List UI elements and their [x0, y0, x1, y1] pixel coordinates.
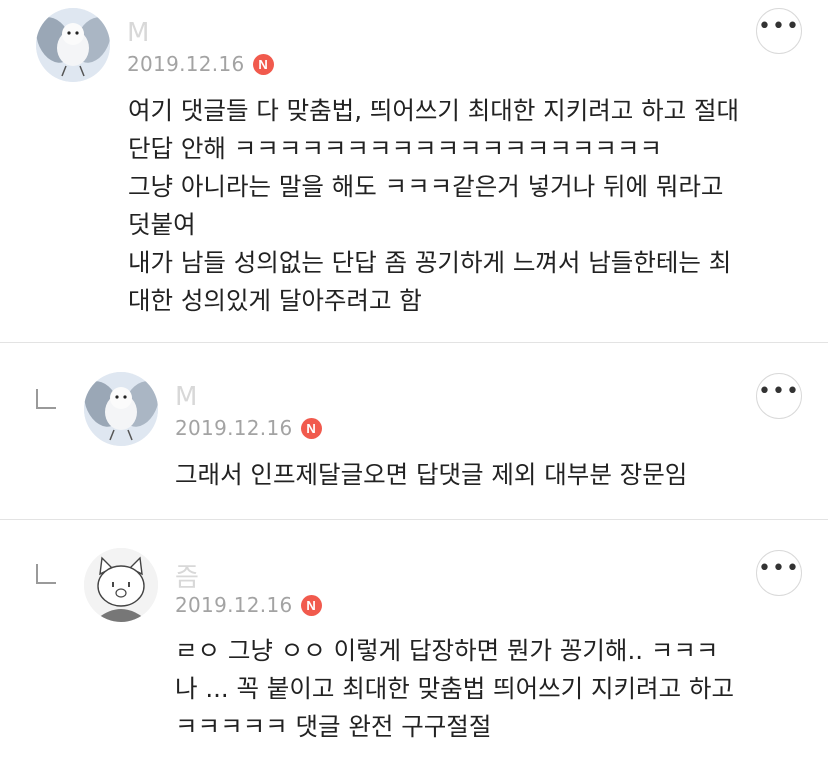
comment-text: 그래서 인프제달글오면 답댓글 제외 대부분 장문임	[175, 456, 687, 494]
comment-line: 단답 안해 ㅋㅋㅋㅋㅋㅋㅋㅋㅋㅋㅋㅋㅋㅋㅋㅋㅋㅋㅋ	[128, 134, 662, 163]
new-badge-icon: N	[252, 53, 274, 75]
bird-avatar-image	[36, 8, 110, 82]
more-dots-icon: •••	[758, 556, 800, 581]
comment-line: 여기 댓글들 다 맞춤법, 띄어쓰기 최대한 지키려고 하고 절대	[128, 96, 740, 125]
comment-line: ㄹㅇ 그냥 ㅇㅇ 이렇게 답장하면 뭔가 꽁기해.. ㅋㅋㅋ	[175, 636, 719, 665]
comment-text: 여기 댓글들 다 맞춤법, 띄어쓰기 최대한 지키려고 하고 절대 단답 안해 …	[128, 92, 739, 320]
bird-avatar-image	[84, 372, 158, 446]
more-dots-icon: •••	[758, 379, 800, 404]
avatar-bird[interactable]	[84, 372, 158, 446]
author-name[interactable]: 즘	[175, 557, 200, 594]
avatar-bird[interactable]	[36, 8, 110, 82]
comment-line: 내가 남들 성의없는 단답 좀 꽁기하게 느껴서 남들한테는 최	[128, 248, 732, 277]
new-badge-icon: N	[300, 417, 322, 439]
comment-meta: 2019.12.16 N	[175, 416, 322, 440]
avatar-cat[interactable]	[84, 548, 158, 622]
comment-line: 나 ... 꼭 붙이고 최대한 맞춤법 띄어쓰기 지키려고 하고	[175, 674, 735, 703]
comment-divider	[0, 519, 828, 520]
comment-text: ㄹㅇ 그냥 ㅇㅇ 이렇게 답장하면 뭔가 꽁기해.. ㅋㅋㅋ 나 ... 꼭 붙…	[175, 632, 734, 746]
comment-date: 2019.12.16	[175, 593, 293, 617]
comment-line: 그냥 아니라는 말을 해도 ㅋㅋㅋ같은거 넣거나 뒤에 뭐라고	[128, 172, 724, 201]
comment-line: 그래서 인프제달글오면 답댓글 제외 대부분 장문임	[175, 460, 688, 489]
comment-line: ㅋㅋㅋㅋㅋ 댓글 완전 구구절절	[175, 712, 492, 741]
author-name[interactable]: M	[175, 382, 198, 412]
comment-divider	[0, 342, 828, 343]
more-options-button[interactable]: •••	[756, 373, 802, 419]
cat-avatar-image	[84, 548, 158, 622]
comment-line: 대한 성의있게 달아주려고 함	[128, 286, 422, 315]
more-options-button[interactable]: •••	[756, 550, 802, 596]
more-options-button[interactable]: •••	[756, 8, 802, 54]
author-name[interactable]: M	[127, 18, 150, 48]
reply-arrow-icon	[36, 564, 56, 584]
comment-line: 덧붙여	[128, 210, 196, 239]
comment-meta: 2019.12.16 N	[127, 52, 274, 76]
new-badge-icon: N	[300, 594, 322, 616]
reply-arrow-icon	[36, 389, 56, 409]
more-dots-icon: •••	[758, 14, 800, 39]
comment-meta: 2019.12.16 N	[175, 593, 322, 617]
comment-date: 2019.12.16	[127, 52, 245, 76]
comment-date: 2019.12.16	[175, 416, 293, 440]
